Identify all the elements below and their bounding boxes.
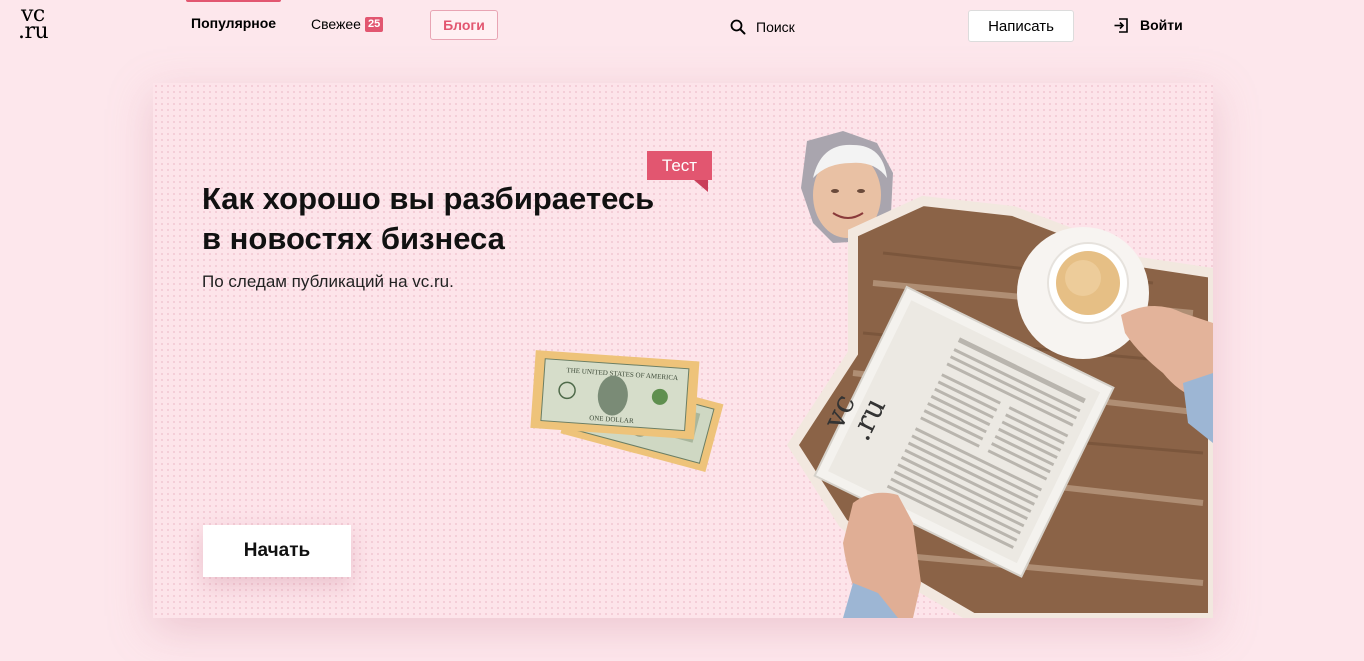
top-header: vc .ru Популярное Свежее 25 Блоги Поиск … — [0, 0, 1364, 56]
search-label: Поиск — [756, 19, 795, 35]
logo-line-2: .ru — [18, 19, 49, 44]
quiz-title-line-2: в новостях бизнеса — [202, 221, 505, 256]
login-label: Войти — [1140, 17, 1183, 33]
login-icon — [1114, 17, 1128, 33]
write-button[interactable]: Написать — [968, 10, 1074, 42]
quiz-title-line-1: Как хорошо вы разбираетесь — [202, 181, 655, 216]
site-logo[interactable]: vc .ru — [18, 4, 58, 44]
tab-popular-label: Популярное — [191, 15, 277, 31]
test-tag: Тест — [647, 151, 712, 192]
start-button[interactable]: Начать — [203, 525, 351, 577]
quiz-hero-card[interactable]: THE UNITED STATES OF AMERICA ONE DOLLAR — [153, 83, 1213, 618]
tab-popular[interactable]: Популярное — [185, 0, 282, 47]
blogs-button[interactable]: Блоги — [430, 10, 498, 40]
tab-fresh-label: Свежее — [311, 16, 361, 32]
search-button[interactable]: Поиск — [730, 17, 795, 37]
login-button[interactable]: Войти — [1113, 15, 1183, 35]
fresh-count-badge: 25 — [364, 16, 384, 32]
quiz-title: Как хорошо вы разбираетесь в новостях би… — [202, 179, 722, 259]
tab-fresh[interactable]: Свежее 25 — [311, 0, 384, 48]
quiz-subtitle: По следам публикаций на vc.ru. — [202, 272, 454, 291]
newspaper-coffee-image: vc .ru — [787, 195, 1213, 618]
search-icon — [730, 19, 746, 35]
